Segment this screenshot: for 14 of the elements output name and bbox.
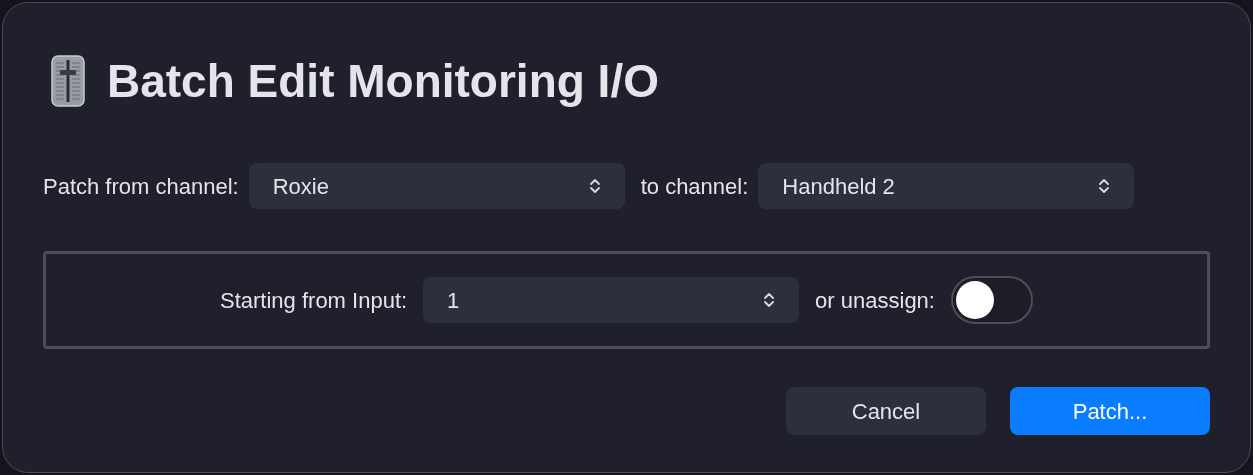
up-down-chevron-icon [763,291,776,309]
dropdown-select[interactable]: Roxie [248,163,625,209]
cancel-button[interactable]: Cancel [786,387,986,435]
fader-icon [51,55,85,107]
field-label: to channel: [640,172,749,201]
up-down-chevron-icon [588,177,601,195]
up-down-chevron-icon [1098,177,1111,195]
field-label: or unassign: [815,286,935,315]
dropdown-select[interactable]: Handheld 2 [758,163,1135,209]
field-label: Patch from channel: [43,172,239,201]
field-label: Starting from Input: [220,286,408,315]
dropdown-select[interactable]: 1 [423,277,800,323]
patch-button[interactable]: Patch... [1010,387,1210,435]
toggle-switch[interactable] [950,276,1033,324]
